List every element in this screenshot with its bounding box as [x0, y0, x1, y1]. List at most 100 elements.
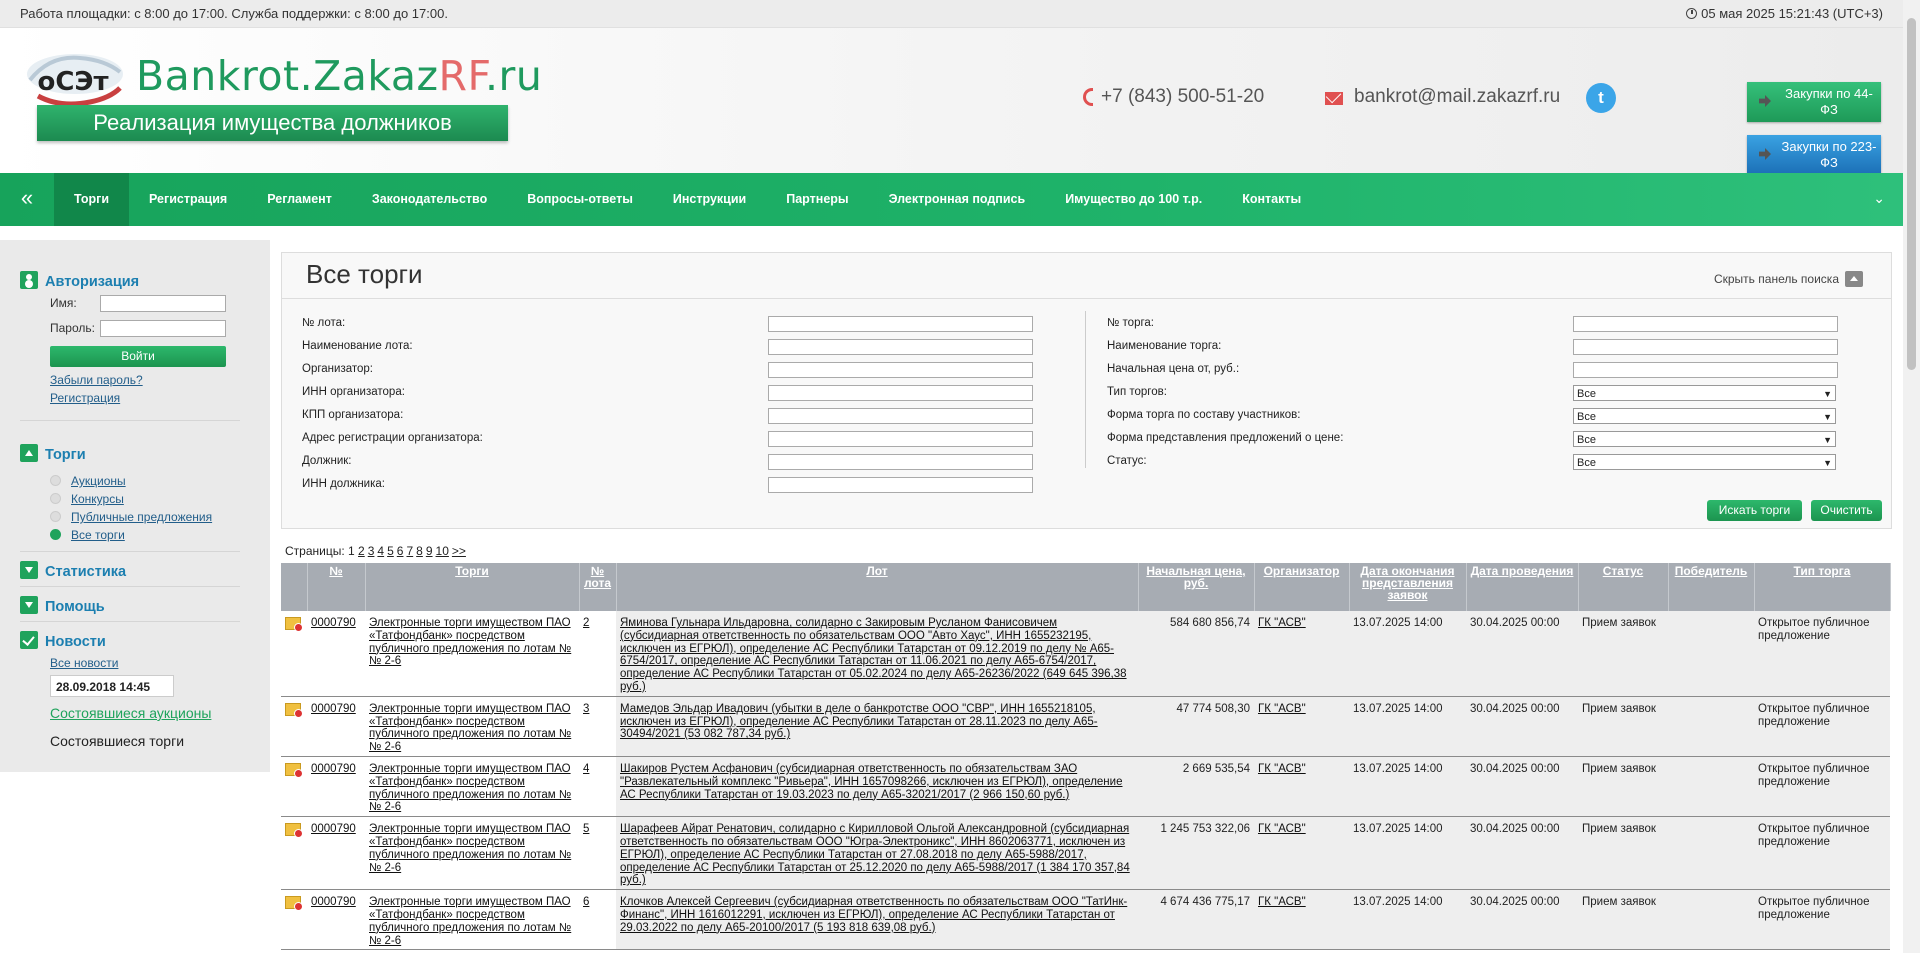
nav-item-property-100[interactable]: Имущество до 100 т.р.	[1045, 173, 1222, 226]
page-link[interactable]: 4	[377, 544, 384, 558]
col-number[interactable]: №	[307, 563, 366, 611]
col-end-date[interactable]: Дата окончания представления заявок	[1349, 563, 1467, 611]
lot-number-input[interactable]	[768, 316, 1033, 332]
page-link[interactable]: 10	[436, 544, 449, 558]
trade-number-cell[interactable]: 0000790	[307, 756, 365, 818]
page-link[interactable]: 5	[387, 544, 394, 558]
nav-item-partners[interactable]: Партнеры	[766, 173, 868, 226]
debtor-inn-input[interactable]	[768, 477, 1033, 493]
page-next-link[interactable]: >>	[452, 544, 466, 558]
organizer-cell[interactable]: ГК "АСВ"	[1254, 696, 1349, 757]
expand-nav-icon[interactable]: ⌄	[1873, 190, 1885, 207]
trade-number-cell[interactable]: 0000790	[307, 816, 365, 891]
trade-number-cell[interactable]: 0000790	[307, 696, 365, 757]
organizer-cell[interactable]: ГК "АСВ"	[1254, 889, 1349, 951]
col-lot[interactable]: Лот	[616, 563, 1139, 611]
password-input[interactable]	[100, 320, 226, 337]
page-link[interactable]: 8	[416, 544, 423, 558]
lot-number-cell[interactable]: 3	[579, 696, 616, 757]
col-winner[interactable]: Победитель	[1668, 563, 1755, 611]
sidebar-item-public-offers[interactable]: Публичные предложения	[50, 510, 212, 524]
collapse-nav-icon[interactable]: «	[0, 173, 54, 226]
col-trade-type[interactable]: Тип торга	[1754, 563, 1891, 611]
sidebar-item-all-trades[interactable]: Все торги	[50, 528, 125, 542]
lot-folder-icon[interactable]	[285, 617, 303, 632]
page-link[interactable]: 2	[358, 544, 365, 558]
purchases-44fz-button[interactable]: Закупки по 44-ФЗ	[1747, 82, 1881, 122]
register-link[interactable]: Регистрация	[50, 391, 120, 405]
scrollbar-thumb[interactable]	[1907, 18, 1916, 370]
nav-item-trades[interactable]: Торги	[54, 173, 130, 226]
name-input[interactable]	[100, 295, 226, 312]
clear-button[interactable]: Очистить	[1811, 500, 1882, 521]
col-organizer[interactable]: Организатор	[1254, 563, 1350, 611]
col-start-price[interactable]: Начальная цена, руб.	[1138, 563, 1255, 611]
start-price-input[interactable]	[1573, 362, 1838, 378]
debtor-input[interactable]	[768, 454, 1033, 470]
col-lot-number[interactable]: № лота	[579, 563, 617, 611]
col-trade[interactable]: Торги	[365, 563, 580, 611]
lot-description-cell[interactable]: Клочков Алексей Сергеевич (субсидиарная …	[616, 889, 1138, 951]
login-button[interactable]: Войти	[50, 346, 226, 367]
twitter-icon[interactable]: t	[1586, 83, 1616, 113]
site-logo-text[interactable]: Bankrot.ZakazRF.ru	[136, 52, 542, 100]
purchases-223fz-button[interactable]: Закупки по 223-ФЗ	[1747, 135, 1881, 175]
nav-item-faq[interactable]: Вопросы-ответы	[507, 173, 653, 226]
lot-description-cell[interactable]: Шакиров Рустем Асфанович (субсидиарная о…	[616, 756, 1138, 818]
lot-folder-icon[interactable]	[285, 896, 303, 912]
col-status[interactable]: Статус	[1578, 563, 1669, 611]
page-link[interactable]: 6	[397, 544, 404, 558]
organizer-inn-input[interactable]	[768, 385, 1033, 401]
lot-number-cell[interactable]: 4	[579, 756, 616, 818]
trade-name-cell[interactable]: Электронные торги имуществом ПАО «Татфон…	[365, 696, 579, 757]
trades-section-title[interactable]: Торги	[20, 444, 86, 463]
trade-name-cell[interactable]: Электронные торги имуществом ПАО «Татфон…	[365, 889, 579, 951]
hide-search-panel-button[interactable]: Скрыть панель поиска	[1714, 271, 1863, 287]
auth-section-title[interactable]: Авторизация	[20, 271, 139, 290]
trade-number-cell[interactable]: 0000790	[307, 611, 365, 697]
nav-item-instructions[interactable]: Инструкции	[653, 173, 766, 226]
page-link[interactable]: 3	[368, 544, 375, 558]
organizer-cell[interactable]: ГК "АСВ"	[1254, 756, 1349, 818]
organizer-input[interactable]	[768, 362, 1033, 378]
lot-number-cell[interactable]: 2	[579, 611, 616, 697]
all-news-link[interactable]: Все новости	[50, 656, 118, 670]
lot-number-cell[interactable]: 6	[579, 889, 616, 951]
organizer-cell[interactable]: ГК "АСВ"	[1254, 611, 1349, 697]
news-link[interactable]: Состоявшиеся аукционы	[50, 705, 211, 721]
participants-form-select[interactable]: Все	[1573, 408, 1836, 425]
page-scrollbar[interactable]	[1903, 0, 1920, 953]
sidebar-item-auctions[interactable]: Аукционы	[50, 474, 126, 488]
organizer-cell[interactable]: ГК "АСВ"	[1254, 816, 1349, 891]
email-link[interactable]: bankrot@mail.zakazrf.ru	[1354, 86, 1560, 108]
nav-item-esignature[interactable]: Электронная подпись	[869, 173, 1046, 226]
nav-item-contacts[interactable]: Контакты	[1222, 173, 1321, 226]
page-link[interactable]: 7	[406, 544, 413, 558]
lot-folder-icon[interactable]	[285, 702, 303, 718]
lot-name-input[interactable]	[768, 339, 1033, 355]
oset-logo-icon[interactable]: оСЭт	[20, 50, 126, 112]
trade-name-cell[interactable]: Электронные торги имуществом ПАО «Татфон…	[365, 611, 579, 697]
trade-name-cell[interactable]: Электронные торги имуществом ПАО «Татфон…	[365, 816, 579, 891]
news-section-title[interactable]: Новости	[20, 631, 106, 650]
status-select[interactable]: Все	[1573, 454, 1836, 471]
lot-folder-icon[interactable]	[285, 823, 303, 839]
organizer-kpp-input[interactable]	[768, 408, 1033, 424]
nav-item-registration[interactable]: Регистрация	[129, 173, 247, 226]
trade-type-select[interactable]: Все	[1573, 385, 1836, 402]
stats-section-title[interactable]: Статистика	[20, 561, 126, 580]
nav-item-legislation[interactable]: Законодательство	[352, 173, 507, 226]
nav-item-rules[interactable]: Регламент	[247, 173, 352, 226]
lot-description-cell[interactable]: Шарафеев Айрат Ренатович, солидарно с Ки…	[616, 816, 1138, 891]
trade-name-input[interactable]	[1573, 339, 1838, 355]
sidebar-item-contests[interactable]: Конкурсы	[50, 492, 124, 506]
forgot-password-link[interactable]: Забыли пароль?	[50, 373, 143, 387]
lot-folder-icon[interactable]	[285, 762, 303, 778]
lot-description-cell[interactable]: Яминова Гульнара Ильдаровна, солидарно с…	[616, 611, 1138, 697]
organizer-address-input[interactable]	[768, 431, 1033, 447]
price-offer-form-select[interactable]: Все	[1573, 431, 1836, 448]
search-trades-button[interactable]: Искать торги	[1707, 500, 1802, 521]
lot-description-cell[interactable]: Мамедов Эльдар Ивадович (убытки в деле о…	[616, 696, 1138, 757]
help-section-title[interactable]: Помощь	[20, 596, 105, 615]
lot-number-cell[interactable]: 5	[579, 816, 616, 891]
